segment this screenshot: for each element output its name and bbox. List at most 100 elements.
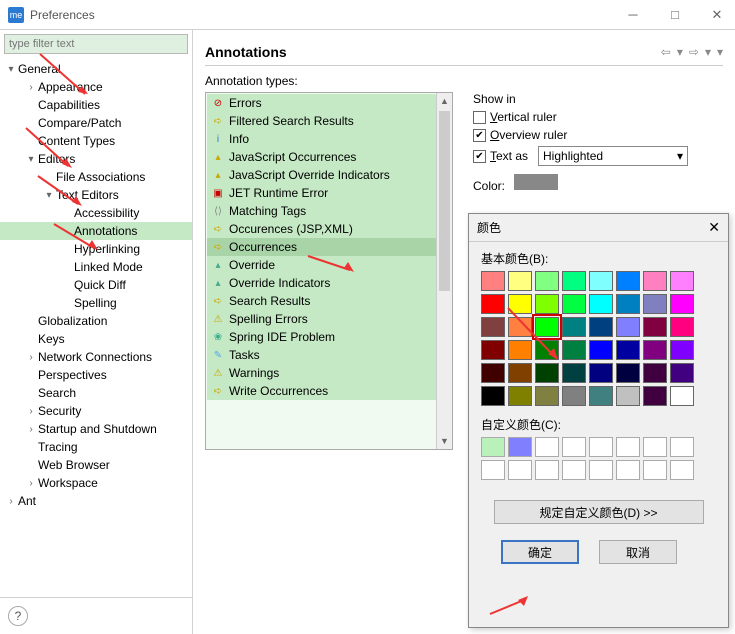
color-swatch[interactable]: [589, 294, 613, 314]
color-swatch[interactable]: [616, 386, 640, 406]
tree-item[interactable]: Accessibility: [0, 204, 192, 222]
color-swatch[interactable]: [562, 386, 586, 406]
annotation-type-row[interactable]: iInfo: [207, 130, 451, 148]
close-button[interactable]: ✕: [707, 7, 727, 23]
tree-item[interactable]: Capabilities: [0, 96, 192, 114]
color-swatch[interactable]: [616, 317, 640, 337]
scroll-down-icon[interactable]: ▼: [437, 433, 452, 449]
twist-icon[interactable]: ▾: [4, 64, 18, 75]
tree-item[interactable]: ›Appearance: [0, 78, 192, 96]
color-swatch[interactable]: [535, 271, 559, 291]
color-swatch[interactable]: [535, 317, 559, 337]
color-swatch[interactable]: [589, 317, 613, 337]
color-swatch[interactable]: [562, 340, 586, 360]
annotation-type-row[interactable]: ▣JET Runtime Error: [207, 184, 451, 202]
annotation-type-row[interactable]: ➪Search Results: [207, 292, 451, 310]
tree-item[interactable]: Search: [0, 384, 192, 402]
color-swatch[interactable]: [643, 363, 667, 383]
color-swatch[interactable]: [562, 363, 586, 383]
filter-input[interactable]: [4, 34, 188, 54]
back-icon[interactable]: ⇦: [661, 45, 671, 59]
preference-tree[interactable]: ▾General›AppearanceCapabilitiesCompare/P…: [0, 58, 192, 597]
overview-ruler-checkbox[interactable]: ✔ Overview ruler: [473, 128, 723, 142]
custom-color-swatch[interactable]: [562, 437, 586, 457]
annotation-type-row[interactable]: ▴JavaScript Occurrences: [207, 148, 451, 166]
color-swatch[interactable]: [670, 363, 694, 383]
color-swatch[interactable]: [508, 271, 532, 291]
tree-item[interactable]: Annotations: [0, 222, 192, 240]
scroll-thumb[interactable]: [439, 111, 450, 291]
color-swatch[interactable]: [670, 317, 694, 337]
twist-icon[interactable]: ›: [24, 424, 38, 435]
color-swatch[interactable]: [643, 340, 667, 360]
color-swatch[interactable]: [535, 386, 559, 406]
custom-color-swatch[interactable]: [670, 460, 694, 480]
color-swatch[interactable]: [481, 363, 505, 383]
annotation-type-row[interactable]: ⚠Spelling Errors: [207, 310, 451, 328]
color-swatch-button[interactable]: [514, 174, 558, 190]
annotation-type-row[interactable]: ▴JavaScript Override Indicators: [207, 166, 451, 184]
color-swatch[interactable]: [589, 340, 613, 360]
maximize-button[interactable]: □: [665, 7, 685, 23]
twist-icon[interactable]: ›: [24, 352, 38, 363]
tree-item[interactable]: ›Security: [0, 402, 192, 420]
tree-item[interactable]: Perspectives: [0, 366, 192, 384]
tree-item[interactable]: Linked Mode: [0, 258, 192, 276]
tree-item[interactable]: Globalization: [0, 312, 192, 330]
menu-icon[interactable]: ▾: [717, 45, 723, 59]
ok-button[interactable]: 确定: [501, 540, 579, 564]
custom-color-swatch[interactable]: [562, 460, 586, 480]
color-swatch[interactable]: [535, 363, 559, 383]
tree-item[interactable]: ›Network Connections: [0, 348, 192, 366]
custom-color-swatch[interactable]: [508, 460, 532, 480]
custom-color-swatch[interactable]: [643, 437, 667, 457]
color-swatch[interactable]: [481, 317, 505, 337]
annotation-type-row[interactable]: ❀Spring IDE Problem: [207, 328, 451, 346]
annotation-type-row[interactable]: ▴Override Indicators: [207, 274, 451, 292]
tree-item[interactable]: ›Workspace: [0, 474, 192, 492]
color-swatch[interactable]: [508, 317, 532, 337]
tree-item[interactable]: Quick Diff: [0, 276, 192, 294]
custom-color-swatch[interactable]: [616, 437, 640, 457]
tree-item[interactable]: Tracing: [0, 438, 192, 456]
color-swatch[interactable]: [643, 271, 667, 291]
color-swatch[interactable]: [616, 340, 640, 360]
twist-icon[interactable]: ›: [24, 406, 38, 417]
dialog-close-button[interactable]: ✕: [708, 219, 720, 236]
vertical-ruler-checkbox[interactable]: Vertical ruler: [473, 110, 723, 124]
custom-color-swatch[interactable]: [589, 437, 613, 457]
annotation-type-row[interactable]: ▴Override: [207, 256, 451, 274]
custom-color-swatch[interactable]: [616, 460, 640, 480]
color-swatch[interactable]: [670, 294, 694, 314]
color-swatch[interactable]: [508, 363, 532, 383]
color-swatch[interactable]: [535, 294, 559, 314]
tree-item[interactable]: ▾General: [0, 60, 192, 78]
scroll-up-icon[interactable]: ▲: [437, 93, 452, 109]
annotation-type-row[interactable]: ➪Write Occurrences: [207, 382, 451, 400]
color-swatch[interactable]: [616, 271, 640, 291]
color-swatch[interactable]: [481, 271, 505, 291]
tree-item[interactable]: Hyperlinking: [0, 240, 192, 258]
custom-color-swatch[interactable]: [535, 460, 559, 480]
color-swatch[interactable]: [643, 294, 667, 314]
color-swatch[interactable]: [481, 386, 505, 406]
custom-color-swatch[interactable]: [535, 437, 559, 457]
color-swatch[interactable]: [670, 386, 694, 406]
text-as-select[interactable]: Highlighted▾: [538, 146, 688, 166]
color-swatch[interactable]: [643, 386, 667, 406]
custom-color-swatch[interactable]: [481, 460, 505, 480]
annotation-type-row[interactable]: ➪Occurences (JSP,XML): [207, 220, 451, 238]
twist-icon[interactable]: ›: [24, 478, 38, 489]
color-swatch[interactable]: [616, 294, 640, 314]
annotation-type-row[interactable]: ⊘Errors: [207, 94, 451, 112]
color-swatch[interactable]: [589, 363, 613, 383]
color-swatch[interactable]: [481, 294, 505, 314]
color-swatch[interactable]: [481, 340, 505, 360]
annotation-type-row[interactable]: ✎Tasks: [207, 346, 451, 364]
color-swatch[interactable]: [616, 363, 640, 383]
tree-item[interactable]: Web Browser: [0, 456, 192, 474]
color-swatch[interactable]: [670, 340, 694, 360]
minimize-button[interactable]: ─: [623, 7, 643, 23]
tree-item[interactable]: File Associations: [0, 168, 192, 186]
annotation-type-row[interactable]: ⚠Warnings: [207, 364, 451, 382]
